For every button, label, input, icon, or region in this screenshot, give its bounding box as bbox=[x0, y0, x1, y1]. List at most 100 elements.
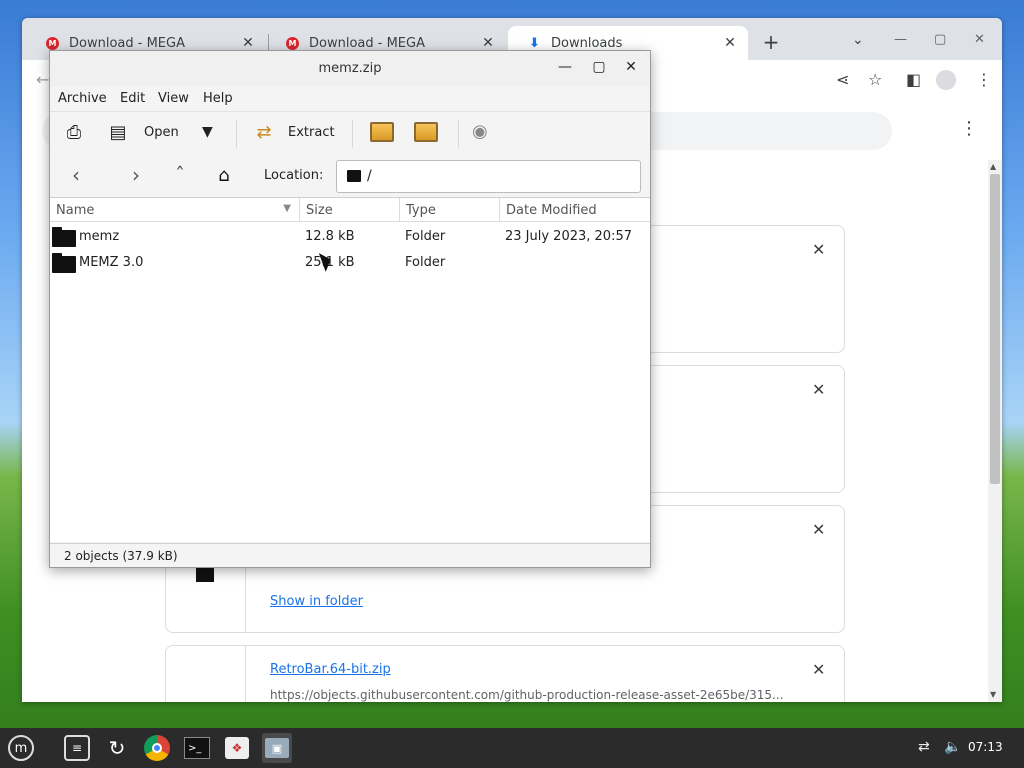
cell-modified: 23 July 2023, 20:57 bbox=[505, 229, 632, 244]
column-header-size[interactable]: Size bbox=[300, 198, 400, 222]
text-editor-icon: ≡ bbox=[64, 735, 90, 761]
column-header-name[interactable]: Name ▼ bbox=[50, 198, 300, 222]
minimize-icon[interactable]: — bbox=[556, 59, 574, 75]
card-divider bbox=[245, 646, 246, 702]
new-archive-icon: ⎙ bbox=[66, 121, 82, 143]
download-item: RetroBar.64-bit.zip https://objects.gith… bbox=[165, 645, 845, 702]
up-button[interactable]: ˆ bbox=[168, 163, 192, 187]
location-label: Location: bbox=[264, 168, 324, 183]
close-icon[interactable]: ✕ bbox=[812, 240, 825, 259]
location-field[interactable]: / bbox=[336, 160, 641, 193]
cell-type: Folder bbox=[405, 255, 446, 270]
maximize-icon[interactable]: ▢ bbox=[934, 32, 946, 47]
cell-size: 12.8 kB bbox=[305, 229, 355, 244]
minimize-icon[interactable]: — bbox=[894, 32, 907, 47]
extract-button[interactable]: ⇄ Extract bbox=[252, 120, 335, 144]
star-icon[interactable]: ☆ bbox=[868, 70, 882, 89]
folder-icon bbox=[347, 170, 361, 182]
table-row[interactable]: MEMZ 3.0 25.1 kB Folder bbox=[50, 250, 650, 276]
toolbar-separator bbox=[352, 120, 353, 148]
scrollbar-thumb[interactable] bbox=[990, 174, 1000, 484]
page-scrollbar[interactable]: ▲ ▼ bbox=[988, 160, 1002, 702]
profile-icon[interactable] bbox=[936, 70, 956, 90]
column-header-label: Date Modified bbox=[506, 203, 597, 218]
menu-bar: Archive Edit View Help bbox=[50, 87, 650, 111]
network-icon[interactable]: ⇄ bbox=[918, 739, 930, 755]
menu-view[interactable]: View bbox=[158, 91, 189, 106]
mega-icon: M bbox=[286, 36, 299, 50]
column-header-date[interactable]: Date Modified bbox=[500, 198, 650, 222]
back-icon[interactable]: ← bbox=[36, 70, 49, 89]
chrome-icon bbox=[144, 735, 170, 761]
download-icon: ⬇ bbox=[529, 35, 540, 51]
back-button[interactable]: ‹ bbox=[64, 163, 88, 187]
archive-toolbar: ⎙ ▤ Open ▼ ⇄ Extract ◉ bbox=[50, 111, 650, 155]
volume-icon[interactable]: 🔈 bbox=[944, 739, 961, 755]
scroll-up-icon[interactable]: ▲ bbox=[990, 162, 996, 171]
archive-manager-icon: ▣ bbox=[265, 738, 289, 758]
chevron-down-icon[interactable]: ⌄ bbox=[852, 32, 864, 48]
extract-label: Extract bbox=[288, 124, 335, 140]
close-icon[interactable]: ✕ bbox=[812, 380, 825, 399]
close-icon[interactable]: ✕ bbox=[240, 35, 256, 51]
menu-edit[interactable]: Edit bbox=[120, 91, 145, 106]
menu-archive[interactable]: Archive bbox=[58, 91, 107, 106]
close-icon[interactable]: ✕ bbox=[722, 35, 738, 51]
taskbar-update-manager[interactable]: ↻ bbox=[102, 733, 132, 763]
download-filename-link[interactable]: RetroBar.64-bit.zip bbox=[270, 662, 391, 677]
tab-title: Downloads bbox=[551, 35, 623, 51]
home-button[interactable]: ⌂ bbox=[212, 165, 236, 186]
open-recent-dropdown[interactable]: ▼ bbox=[202, 124, 213, 140]
close-icon[interactable]: ✕ bbox=[812, 520, 825, 539]
taskbar-text-editor[interactable]: ≡ bbox=[62, 733, 92, 763]
share-icon[interactable]: ⋖ bbox=[836, 70, 849, 89]
table-row[interactable]: memz 12.8 kB Folder 23 July 2023, 20:57 bbox=[50, 224, 650, 250]
open-label: Open bbox=[144, 124, 179, 140]
update-icon: ↻ bbox=[108, 736, 126, 760]
new-archive-button[interactable]: ⎙ bbox=[62, 120, 86, 144]
start-menu-button[interactable]: m bbox=[6, 733, 36, 763]
column-header-label: Type bbox=[406, 203, 436, 218]
sort-descending-icon: ▼ bbox=[283, 203, 291, 214]
status-bar: 2 objects (37.9 kB) bbox=[50, 543, 650, 567]
taskbar-archive-manager[interactable]: ▣ bbox=[262, 733, 292, 763]
folder-icon bbox=[52, 253, 76, 273]
menu-help[interactable]: Help bbox=[203, 91, 233, 106]
home-icon: ⌂ bbox=[218, 165, 230, 186]
chevron-left-icon: ‹ bbox=[72, 163, 80, 187]
column-header-label: Name bbox=[56, 203, 95, 218]
toolbar-separator bbox=[458, 120, 459, 148]
more-options-icon[interactable]: ⋮ bbox=[960, 118, 978, 139]
forward-button[interactable]: › bbox=[124, 163, 148, 187]
add-folder-button[interactable] bbox=[414, 122, 438, 146]
clock[interactable]: 07:13 bbox=[968, 740, 1003, 754]
cell-name: memz bbox=[79, 229, 120, 244]
archive-manager-window: memz.zip — ▢ ✕ Archive Edit View Help ⎙ … bbox=[49, 50, 651, 568]
tab-title: Download - MEGA bbox=[69, 35, 185, 51]
terminal-icon: >_ bbox=[184, 737, 210, 759]
close-icon[interactable]: ✕ bbox=[622, 59, 640, 75]
stop-button[interactable]: ◉ bbox=[472, 121, 488, 142]
close-icon[interactable]: ✕ bbox=[974, 32, 985, 47]
menu-dots-icon[interactable]: ⋮ bbox=[976, 70, 992, 89]
column-header-type[interactable]: Type bbox=[400, 198, 500, 222]
open-archive-icon: ▤ bbox=[109, 121, 127, 143]
close-icon[interactable]: ✕ bbox=[812, 660, 825, 679]
add-files-button[interactable] bbox=[370, 122, 394, 146]
side-panel-icon[interactable]: ◧ bbox=[906, 70, 921, 89]
scroll-down-icon[interactable]: ▼ bbox=[990, 690, 996, 699]
title-bar[interactable]: memz.zip — ▢ ✕ bbox=[50, 51, 650, 87]
software-manager-icon: ❖ bbox=[225, 737, 249, 759]
add-folder-icon bbox=[414, 122, 438, 142]
taskbar-chrome[interactable] bbox=[142, 733, 172, 763]
open-button[interactable]: ▤ Open bbox=[106, 120, 179, 144]
show-in-folder-link[interactable]: Show in folder bbox=[270, 594, 363, 609]
chevron-down-icon: ▼ bbox=[202, 124, 213, 140]
taskbar-terminal[interactable]: >_ bbox=[182, 733, 212, 763]
new-tab-button[interactable]: + bbox=[760, 30, 782, 54]
close-icon[interactable]: ✕ bbox=[480, 35, 496, 51]
extract-icon: ⇄ bbox=[256, 121, 272, 143]
status-text: 2 objects (37.9 kB) bbox=[64, 549, 178, 563]
taskbar-software-manager[interactable]: ❖ bbox=[222, 733, 252, 763]
maximize-icon[interactable]: ▢ bbox=[590, 59, 608, 75]
